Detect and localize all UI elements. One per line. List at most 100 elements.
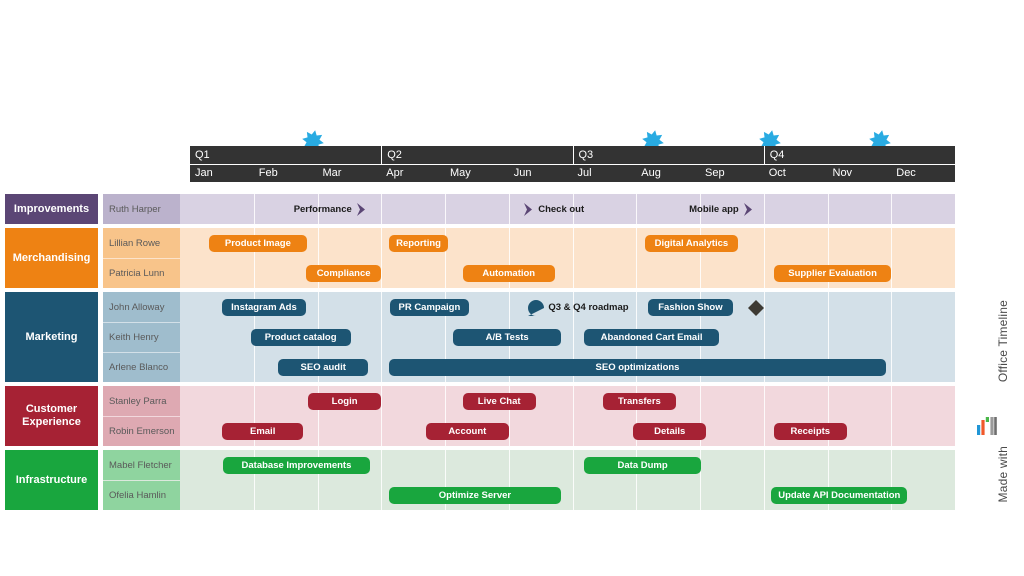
month-gridline [253, 258, 255, 288]
task-bar[interactable]: Supplier Evaluation [773, 265, 892, 282]
month-label-sep: Sep [705, 167, 725, 179]
task-bar[interactable]: Instagram Ads [221, 299, 307, 316]
branding-rail: Office Timeline Made with [956, 300, 1024, 530]
timeline-header: Q1 Q2 Q3 Q4 Jan Feb Mar Apr May Jun Jul Aug Sep Oct N… [190, 146, 955, 182]
month-gridline [317, 416, 319, 446]
task-bar[interactable]: Transfers [603, 393, 676, 410]
month-gridline [381, 416, 383, 446]
task-bar[interactable]: Compliance [306, 265, 382, 282]
task-bar[interactable]: Digital Analytics [644, 235, 739, 252]
task-bar[interactable]: SEO optimizations [388, 359, 887, 376]
inline-milestone[interactable]: Q3 & Q4 roadmap [527, 299, 629, 316]
month-label-jul: Jul [577, 167, 592, 179]
task-bar[interactable]: Fashion Show [647, 299, 734, 316]
month-gridline [763, 194, 765, 224]
chevron-right-icon [743, 202, 754, 217]
month-label-feb: Feb [258, 167, 278, 179]
swimlane-title[interactable]: Merchandising [5, 228, 98, 288]
swimlane-infrastructure: Infrastructure Mabel Fletcher Database Imp… [0, 450, 1024, 510]
month-gridline [891, 450, 893, 480]
row-owner[interactable]: Mabel Fletcher [103, 450, 180, 480]
task-bar[interactable]: Login [307, 393, 382, 410]
month-gridline [253, 194, 255, 224]
droplet-icon [527, 299, 544, 316]
inline-milestone[interactable]: Mobile app [689, 201, 754, 218]
month-gridline [381, 352, 383, 382]
month-gridline [572, 386, 574, 416]
task-bar[interactable]: Reporting [388, 235, 449, 252]
row-owner[interactable]: John Alloway [103, 292, 180, 322]
swimlane-title[interactable]: Marketing [5, 292, 98, 382]
month-gridline [572, 258, 574, 288]
row-band [180, 386, 955, 416]
month-gridline [827, 194, 829, 224]
inline-milestone[interactable] [747, 299, 768, 316]
month-gridline [508, 228, 510, 258]
task-bar[interactable]: Details [633, 423, 707, 440]
swimlane-title[interactable]: Infrastructure [5, 450, 98, 510]
inline-milestone[interactable]: Performance [294, 201, 368, 218]
swimlane-marketing: Marketing John Alloway Instagram Ads PR Cam… [0, 292, 1024, 382]
task-bar[interactable]: SEO audit [277, 359, 369, 376]
task-bar[interactable]: Abandoned Cart Email [583, 329, 720, 346]
month-gridline [636, 480, 638, 510]
month-gridline [891, 322, 893, 352]
month-gridline [763, 480, 765, 510]
month-gridline [445, 194, 446, 224]
month-gridline [572, 228, 574, 258]
month-gridline [445, 450, 446, 480]
month-gridline [572, 480, 574, 510]
row-owner[interactable]: Ofelia Hamlin [103, 480, 180, 510]
month-gridline [763, 258, 765, 288]
month-gridline [700, 386, 701, 416]
month-label-dec: Dec [896, 167, 916, 179]
task-bar[interactable]: Account [425, 423, 509, 440]
month-gridline [763, 322, 765, 352]
task-bar[interactable]: Product catalog [250, 329, 351, 346]
row-owner[interactable]: Stanley Parra [103, 386, 180, 416]
swimlane-title[interactable]: Customer Experience [5, 386, 98, 446]
task-bar[interactable]: Automation [462, 265, 555, 282]
task-bar[interactable]: A/B Tests [453, 329, 562, 346]
task-bar[interactable]: Database Improvements [223, 457, 370, 474]
task-bar[interactable]: Data Dump [583, 457, 702, 474]
task-bar[interactable]: Optimize Server [388, 487, 562, 504]
row-owner[interactable]: Robin Emerson [103, 416, 180, 446]
inline-milestone[interactable]: Check out [523, 201, 584, 218]
month-label-aug: Aug [641, 167, 661, 179]
month-gridline [891, 352, 893, 382]
month-gridline [891, 194, 893, 224]
month-gridline [572, 450, 574, 480]
task-bar[interactable]: Live Chat [462, 393, 536, 410]
swimlane-improvements: Improvements Ruth Harper Performance Check… [0, 194, 1024, 224]
task-bar[interactable]: Email [221, 423, 304, 440]
month-gridline [381, 322, 383, 352]
row-owner[interactable]: Keith Henry [103, 322, 180, 352]
month-gridline [445, 258, 446, 288]
month-gridline [827, 322, 829, 352]
row-owner[interactable]: Ruth Harper [103, 194, 180, 224]
month-gridline [381, 292, 383, 322]
row-owner[interactable]: Patricia Lunn [103, 258, 180, 288]
task-bar[interactable]: PR Campaign [389, 299, 470, 316]
task-bar[interactable]: Update API Documentation [771, 487, 908, 504]
swimlane-title[interactable]: Improvements [5, 194, 98, 224]
quarter-label-q4: Q4 [763, 146, 955, 164]
month-gridline [508, 292, 510, 322]
month-gridline [572, 416, 574, 446]
row-owner[interactable]: Arlene Blanco [103, 352, 180, 382]
month-gridline [891, 258, 893, 288]
month-gridline [636, 228, 638, 258]
task-bar[interactable]: Product Image [209, 235, 307, 252]
month-gridline [508, 194, 510, 224]
month-gridline [891, 416, 893, 446]
row-owner[interactable]: Lillian Rowe [103, 228, 180, 258]
month-gridline [763, 450, 765, 480]
task-bar[interactable]: Receipts [773, 423, 847, 440]
month-gridline [317, 480, 319, 510]
month-gridline [827, 386, 829, 416]
month-gridline [827, 450, 829, 480]
month-gridline [317, 292, 319, 322]
inline-milestone-label: Mobile app [689, 204, 739, 215]
month-gridline [763, 386, 765, 416]
